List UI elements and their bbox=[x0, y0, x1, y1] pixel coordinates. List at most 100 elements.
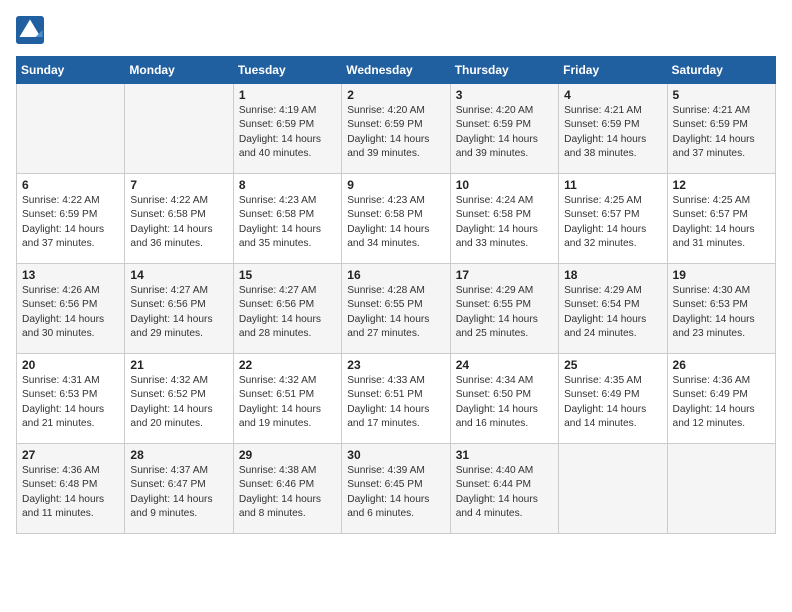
day-info: Sunrise: 4:34 AMSunset: 6:50 PMDaylight:… bbox=[456, 374, 553, 431]
calendar-cell: 27 Sunrise: 4:36 AMSunset: 6:48 PMDayligh… bbox=[17, 444, 125, 534]
day-number: 31 bbox=[456, 448, 553, 462]
calendar-cell: 14 Sunrise: 4:27 AMSunset: 6:56 PMDayligh… bbox=[125, 264, 233, 354]
calendar-cell bbox=[559, 444, 667, 534]
day-info: Sunrise: 4:29 AMSunset: 6:55 PMDaylight:… bbox=[456, 284, 553, 341]
calendar-cell: 19 Sunrise: 4:30 AMSunset: 6:53 PMDayligh… bbox=[667, 264, 775, 354]
logo bbox=[16, 16, 46, 44]
day-number: 28 bbox=[130, 448, 227, 462]
calendar-table: SundayMondayTuesdayWednesdayThursdayFrid… bbox=[16, 56, 776, 534]
day-number: 3 bbox=[456, 88, 553, 102]
day-info: Sunrise: 4:22 AMSunset: 6:58 PMDaylight:… bbox=[130, 194, 227, 251]
weekday-header-thursday: Thursday bbox=[450, 57, 558, 84]
day-number: 11 bbox=[564, 178, 661, 192]
day-number: 5 bbox=[673, 88, 770, 102]
weekday-header-row: SundayMondayTuesdayWednesdayThursdayFrid… bbox=[17, 57, 776, 84]
calendar-cell: 25 Sunrise: 4:35 AMSunset: 6:49 PMDayligh… bbox=[559, 354, 667, 444]
day-number: 2 bbox=[347, 88, 444, 102]
logo-icon bbox=[16, 16, 44, 44]
calendar-cell: 18Sunrise: 4:29 AMSunset: 6:54 PMDayligh… bbox=[559, 264, 667, 354]
calendar-cell bbox=[125, 84, 233, 174]
day-info: Sunrise: 4:40 AMSunset: 6:44 PMDaylight:… bbox=[456, 464, 553, 521]
calendar-cell: 20 Sunrise: 4:31 AMSunset: 6:53 PMDayligh… bbox=[17, 354, 125, 444]
day-number: 19 bbox=[673, 268, 770, 282]
weekday-header-tuesday: Tuesday bbox=[233, 57, 341, 84]
calendar-cell: 6Sunrise: 4:22 AMSunset: 6:59 PMDaylight… bbox=[17, 174, 125, 264]
day-info: Sunrise: 4:39 AMSunset: 6:45 PMDaylight:… bbox=[347, 464, 444, 521]
calendar-cell: 24Sunrise: 4:34 AMSunset: 6:50 PMDayligh… bbox=[450, 354, 558, 444]
calendar-cell: 10Sunrise: 4:24 AMSunset: 6:58 PMDayligh… bbox=[450, 174, 558, 264]
day-info: Sunrise: 4:24 AMSunset: 6:58 PMDaylight:… bbox=[456, 194, 553, 251]
weekday-header-wednesday: Wednesday bbox=[342, 57, 450, 84]
calendar-week-row: 13 Sunrise: 4:26 AMSunset: 6:56 PMDayligh… bbox=[17, 264, 776, 354]
day-number: 30 bbox=[347, 448, 444, 462]
weekday-header-sunday: Sunday bbox=[17, 57, 125, 84]
day-number: 16 bbox=[347, 268, 444, 282]
day-info: Sunrise: 4:28 AMSunset: 6:55 PMDaylight:… bbox=[347, 284, 444, 341]
day-number: 29 bbox=[239, 448, 336, 462]
calendar-cell: 23Sunrise: 4:33 AMSunset: 6:51 PMDayligh… bbox=[342, 354, 450, 444]
day-info: Sunrise: 4:20 AMSunset: 6:59 PMDaylight:… bbox=[347, 104, 444, 161]
calendar-cell: 13 Sunrise: 4:26 AMSunset: 6:56 PMDayligh… bbox=[17, 264, 125, 354]
day-info: Sunrise: 4:31 AMSunset: 6:53 PMDaylight:… bbox=[22, 374, 119, 431]
calendar-week-row: 27 Sunrise: 4:36 AMSunset: 6:48 PMDayligh… bbox=[17, 444, 776, 534]
day-number: 25 bbox=[564, 358, 661, 372]
weekday-header-saturday: Saturday bbox=[667, 57, 775, 84]
calendar-cell: 12 Sunrise: 4:25 AMSunset: 6:57 PMDayligh… bbox=[667, 174, 775, 264]
day-info: Sunrise: 4:36 AMSunset: 6:48 PMDaylight:… bbox=[22, 464, 119, 521]
calendar-week-row: 20 Sunrise: 4:31 AMSunset: 6:53 PMDayligh… bbox=[17, 354, 776, 444]
day-info: Sunrise: 4:22 AMSunset: 6:59 PMDaylight:… bbox=[22, 194, 119, 251]
day-info: Sunrise: 4:23 AMSunset: 6:58 PMDaylight:… bbox=[239, 194, 336, 251]
day-info: Sunrise: 4:38 AMSunset: 6:46 PMDaylight:… bbox=[239, 464, 336, 521]
day-number: 20 bbox=[22, 358, 119, 372]
day-info: Sunrise: 4:37 AMSunset: 6:47 PMDaylight:… bbox=[130, 464, 227, 521]
day-number: 8 bbox=[239, 178, 336, 192]
day-number: 1 bbox=[239, 88, 336, 102]
day-info: Sunrise: 4:35 AMSunset: 6:49 PMDaylight:… bbox=[564, 374, 661, 431]
calendar-cell bbox=[667, 444, 775, 534]
day-number: 27 bbox=[22, 448, 119, 462]
day-info: Sunrise: 4:23 AMSunset: 6:58 PMDaylight:… bbox=[347, 194, 444, 251]
calendar-cell bbox=[17, 84, 125, 174]
header bbox=[16, 16, 776, 44]
day-number: 14 bbox=[130, 268, 227, 282]
day-number: 4 bbox=[564, 88, 661, 102]
day-info: Sunrise: 4:25 AMSunset: 6:57 PMDaylight:… bbox=[564, 194, 661, 251]
day-number: 26 bbox=[673, 358, 770, 372]
day-info: Sunrise: 4:36 AMSunset: 6:49 PMDaylight:… bbox=[673, 374, 770, 431]
day-info: Sunrise: 4:21 AMSunset: 6:59 PMDaylight:… bbox=[673, 104, 770, 161]
day-number: 13 bbox=[22, 268, 119, 282]
day-info: Sunrise: 4:21 AMSunset: 6:59 PMDaylight:… bbox=[564, 104, 661, 161]
day-info: Sunrise: 4:20 AMSunset: 6:59 PMDaylight:… bbox=[456, 104, 553, 161]
calendar-cell: 28 Sunrise: 4:37 AMSunset: 6:47 PMDayligh… bbox=[125, 444, 233, 534]
day-number: 7 bbox=[130, 178, 227, 192]
calendar-week-row: 1 Sunrise: 4:19 AMSunset: 6:59 PMDaylight… bbox=[17, 84, 776, 174]
day-info: Sunrise: 4:19 AMSunset: 6:59 PMDaylight:… bbox=[239, 104, 336, 161]
calendar-cell: 30 Sunrise: 4:39 AMSunset: 6:45 PMDayligh… bbox=[342, 444, 450, 534]
day-number: 12 bbox=[673, 178, 770, 192]
day-info: Sunrise: 4:32 AMSunset: 6:51 PMDaylight:… bbox=[239, 374, 336, 431]
calendar-cell: 7 Sunrise: 4:22 AMSunset: 6:58 PMDaylight… bbox=[125, 174, 233, 264]
calendar-week-row: 6Sunrise: 4:22 AMSunset: 6:59 PMDaylight… bbox=[17, 174, 776, 264]
day-number: 18 bbox=[564, 268, 661, 282]
calendar-cell: 16 Sunrise: 4:28 AMSunset: 6:55 PMDayligh… bbox=[342, 264, 450, 354]
calendar-cell: 3 Sunrise: 4:20 AMSunset: 6:59 PMDaylight… bbox=[450, 84, 558, 174]
calendar-cell: 31 Sunrise: 4:40 AMSunset: 6:44 PMDayligh… bbox=[450, 444, 558, 534]
calendar-cell: 1 Sunrise: 4:19 AMSunset: 6:59 PMDaylight… bbox=[233, 84, 341, 174]
day-info: Sunrise: 4:30 AMSunset: 6:53 PMDaylight:… bbox=[673, 284, 770, 341]
calendar-cell: 26 Sunrise: 4:36 AMSunset: 6:49 PMDayligh… bbox=[667, 354, 775, 444]
weekday-header-friday: Friday bbox=[559, 57, 667, 84]
day-number: 17 bbox=[456, 268, 553, 282]
day-info: Sunrise: 4:25 AMSunset: 6:57 PMDaylight:… bbox=[673, 194, 770, 251]
calendar-cell: 17 Sunrise: 4:29 AMSunset: 6:55 PMDayligh… bbox=[450, 264, 558, 354]
calendar-cell: 5 Sunrise: 4:21 AMSunset: 6:59 PMDaylight… bbox=[667, 84, 775, 174]
day-number: 21 bbox=[130, 358, 227, 372]
day-number: 9 bbox=[347, 178, 444, 192]
calendar-cell: 4 Sunrise: 4:21 AMSunset: 6:59 PMDaylight… bbox=[559, 84, 667, 174]
calendar-cell: 21Sunrise: 4:32 AMSunset: 6:52 PMDayligh… bbox=[125, 354, 233, 444]
weekday-header-monday: Monday bbox=[125, 57, 233, 84]
day-info: Sunrise: 4:27 AMSunset: 6:56 PMDaylight:… bbox=[130, 284, 227, 341]
day-number: 23 bbox=[347, 358, 444, 372]
day-info: Sunrise: 4:26 AMSunset: 6:56 PMDaylight:… bbox=[22, 284, 119, 341]
calendar-cell: 29 Sunrise: 4:38 AMSunset: 6:46 PMDayligh… bbox=[233, 444, 341, 534]
calendar-cell: 8 Sunrise: 4:23 AMSunset: 6:58 PMDaylight… bbox=[233, 174, 341, 264]
